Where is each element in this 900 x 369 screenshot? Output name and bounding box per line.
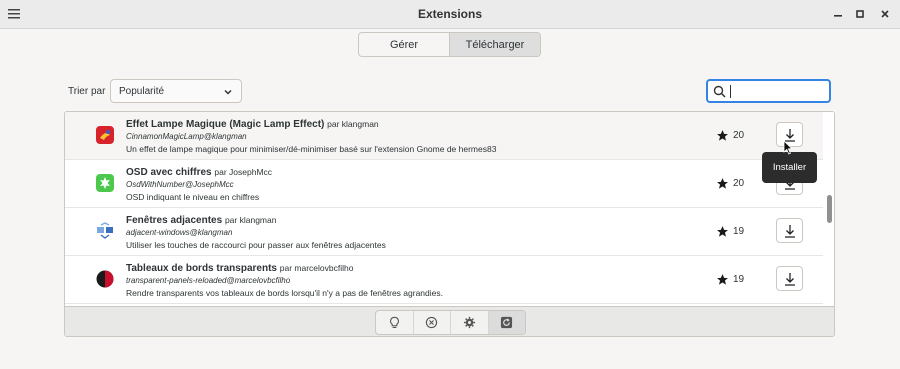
lightbulb-icon [389, 316, 399, 328]
refresh-button[interactable] [488, 311, 525, 334]
configure-button[interactable] [451, 311, 489, 334]
minimize-icon[interactable] [830, 6, 846, 22]
extension-rating: 20 [733, 178, 745, 189]
extension-uuid: CinnamonMagicLamp@klangman [126, 132, 247, 141]
extension-author: par klangman [327, 119, 379, 129]
view-switcher: Gérer Télécharger [358, 32, 541, 57]
magic-lamp-icon [96, 126, 114, 144]
search-input[interactable] [706, 79, 831, 103]
extension-list: Effet Lampe Magique (Magic Lamp Effect) … [64, 111, 835, 337]
tab-download[interactable]: Télécharger [449, 33, 540, 56]
osd-number-icon [96, 174, 114, 192]
sort-label: Trier par [68, 86, 106, 97]
star-icon [716, 225, 729, 238]
tab-manage[interactable]: Gérer [359, 33, 449, 56]
install-tooltip: Installer [762, 152, 817, 183]
extension-description: OSD indiquant le niveau en chiffres [126, 192, 260, 202]
adjacent-windows-icon [96, 222, 114, 240]
extension-rating: 19 [733, 274, 745, 285]
scrollbar-thumb[interactable] [827, 195, 832, 223]
refresh-icon [501, 316, 513, 329]
transparent-panels-icon [96, 270, 114, 288]
extension-name: OSD avec chiffres [126, 167, 212, 178]
window-title: Extensions [417, 7, 483, 21]
chevron-down-icon [223, 87, 233, 97]
text-caret [730, 85, 731, 98]
extension-name: Tableaux de bords transparents [126, 263, 277, 274]
sort-selected-value: Popularité [119, 86, 165, 97]
install-button[interactable] [776, 218, 803, 243]
extension-row[interactable]: Fenêtres adjacentes par klangman adjacen… [65, 208, 823, 256]
download-icon [785, 225, 795, 238]
title-bar: Extensions [0, 0, 900, 29]
close-icon[interactable] [877, 6, 893, 22]
gear-icon [463, 316, 475, 329]
extension-row[interactable]: OSD avec chiffres par JosephMcc OsdWithN… [65, 160, 823, 208]
extension-uuid: transparent-panels-reloaded@marcelovbcfi… [126, 276, 291, 285]
info-button[interactable] [376, 311, 414, 334]
extension-description: Un effet de lampe magique pour minimiser… [126, 144, 497, 154]
search-icon [713, 85, 726, 98]
extension-author: par marcelovbcfilho [279, 263, 354, 273]
bottom-toolbar [65, 306, 834, 336]
maximize-icon[interactable] [852, 6, 868, 22]
extension-rating: 19 [733, 226, 745, 237]
extension-description: Utiliser les touches de raccourci pour p… [126, 240, 386, 250]
extension-name: Fenêtres adjacentes [126, 215, 223, 226]
extension-row[interactable]: Tableaux de bords transparents par marce… [65, 256, 823, 304]
remove-button[interactable] [414, 311, 451, 334]
mouse-pointer-icon [783, 140, 793, 155]
download-icon [785, 273, 795, 286]
extension-uuid: OsdWithNumber@JosephMcc [126, 180, 234, 189]
extension-author: par JosephMcc [214, 167, 273, 177]
star-icon [716, 129, 729, 142]
extension-description: Rendre transparents vos tableaux de bord… [126, 288, 443, 298]
toolbar-button-group [375, 310, 526, 335]
extension-row[interactable]: Effet Lampe Magique (Magic Lamp Effect) … [65, 112, 823, 160]
remove-circle-icon [426, 316, 438, 329]
install-button[interactable] [776, 266, 803, 291]
extension-name: Effet Lampe Magique (Magic Lamp Effect) [126, 119, 325, 130]
extension-author: par klangman [224, 215, 277, 225]
star-icon [716, 177, 729, 190]
extension-rating: 20 [733, 130, 745, 141]
star-icon [716, 273, 729, 286]
sort-dropdown[interactable]: Popularité [110, 79, 242, 103]
extension-uuid: adjacent-windows@klangman [126, 228, 233, 237]
